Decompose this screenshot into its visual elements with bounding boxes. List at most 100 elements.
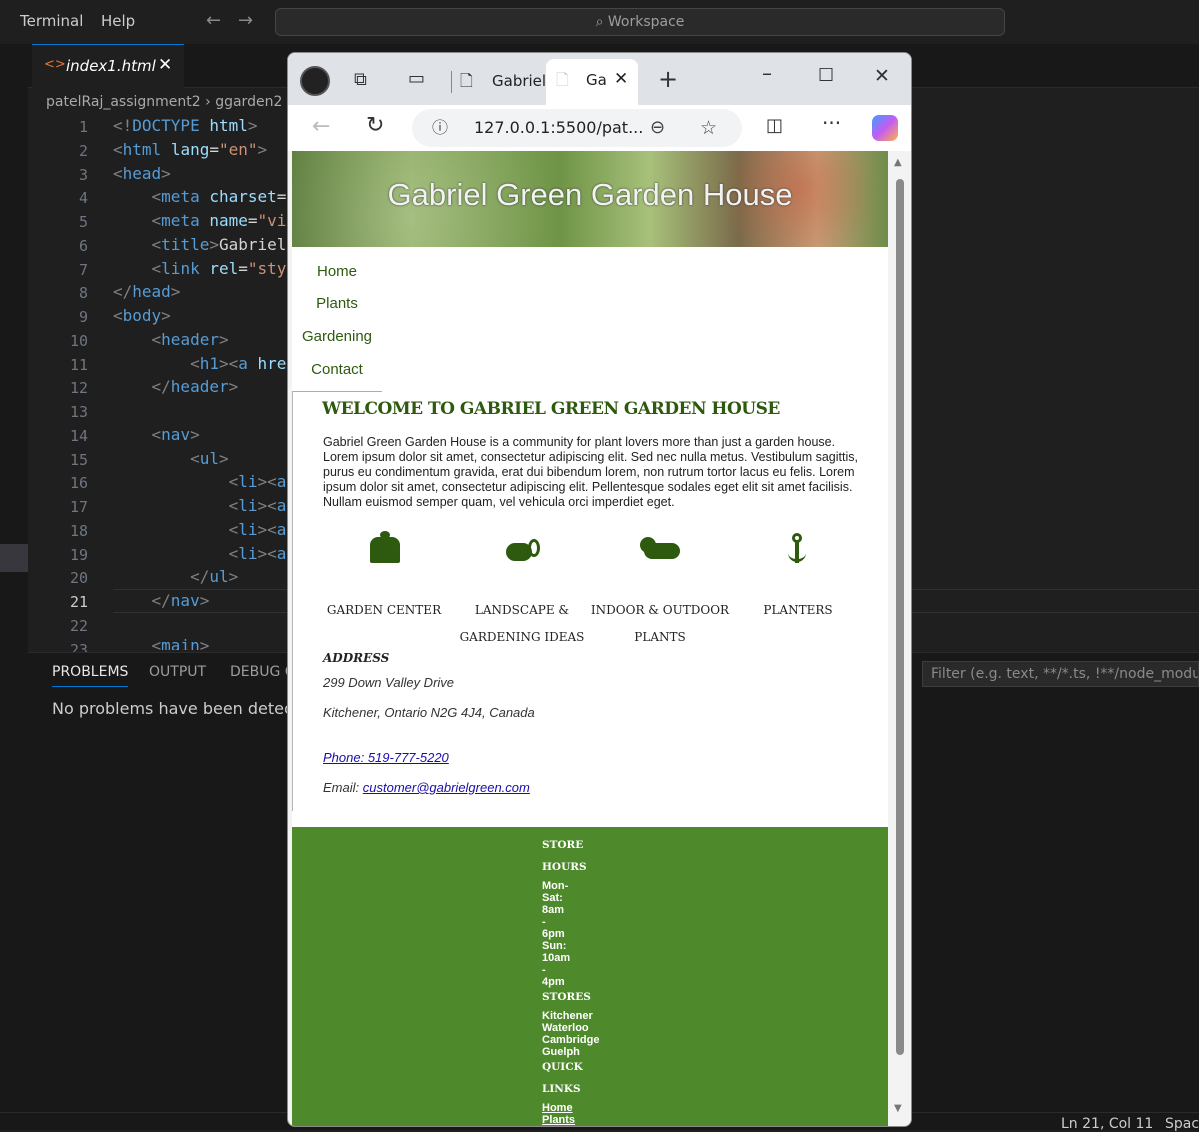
scroll-down-icon[interactable]: ▼ <box>894 1103 902 1114</box>
code-line: <html lang="en"> <box>113 140 268 159</box>
line-number: 1 <box>78 118 88 136</box>
copilot-icon[interactable] <box>872 115 898 141</box>
service-plants[interactable]: INDOOR & OUTDOOR PLANTS <box>590 531 730 651</box>
line-number: 5 <box>78 213 88 231</box>
search-icon: ⌕ <box>595 14 604 30</box>
code-line: <!DOCTYPE html> <box>113 116 258 135</box>
phone-link[interactable]: Phone: 519-777-5220 <box>323 750 449 765</box>
minimize-icon[interactable]: – <box>762 61 772 85</box>
command-center-search[interactable]: ⌕ Workspace <box>275 8 1005 36</box>
favorite-star-icon[interactable]: ☆ <box>700 109 717 147</box>
problems-filter-input[interactable]: Filter (e.g. text, **/*.ts, !**/node_mod… <box>922 661 1199 687</box>
code-line: <ul> <box>190 449 229 468</box>
tab-actions-icon[interactable]: ▭ <box>408 68 425 89</box>
menu-terminal[interactable]: Terminal <box>20 12 83 30</box>
address-city: Kitchener, Ontario N2G 4J4, Canada <box>323 705 535 720</box>
zoom-icon[interactable]: ⊖ <box>650 109 665 147</box>
page-icon: 🗋 <box>460 71 473 90</box>
service-garden-center[interactable]: GARDEN CENTER <box>314 531 454 624</box>
scroll-up-icon[interactable]: ▲ <box>894 157 902 168</box>
page-scrollbar[interactable]: ▲ ▼ <box>888 151 911 1126</box>
breadcrumb-subfolder[interactable]: ggarden2 <box>215 94 282 110</box>
line-number: 2 <box>78 142 88 160</box>
tab-debug-console[interactable]: DEBUG C <box>230 664 295 680</box>
menu-help[interactable]: Help <box>101 12 135 30</box>
store-item: Kitchener <box>542 1010 593 1022</box>
address-heading: ADDRESS <box>323 651 390 665</box>
email-link[interactable]: customer@gabrielgreen.com <box>363 780 530 795</box>
back-arrow-icon[interactable]: ← <box>206 10 221 31</box>
line-number: 18 <box>69 522 88 540</box>
site-info-icon[interactable]: ⓘ <box>432 109 448 147</box>
line-number: 20 <box>69 569 88 587</box>
line-number: 3 <box>78 166 88 184</box>
new-tab-icon[interactable]: + <box>658 65 678 93</box>
line-number: 22 <box>69 617 88 635</box>
store-item: Cambridge <box>542 1034 600 1046</box>
browser-tab-bar: ⧉ ▭ 🗋 Gabriel 🗋 Ga ✕ + – ☐ ✕ <box>288 53 911 105</box>
welcome-heading: WELCOME TO GABRIEL GREEN GARDEN HOUSE <box>322 399 780 419</box>
hours-line: 6pm <box>542 928 565 940</box>
browser-tab-1-title: Gabriel <box>492 72 547 90</box>
nav-gardening[interactable]: Gardening <box>292 328 382 345</box>
tab-label: index1.html <box>66 57 156 75</box>
store-item: Guelph <box>542 1046 580 1058</box>
code-line: <body> <box>113 306 171 325</box>
nav-home[interactable]: Home <box>292 263 382 280</box>
store-item: Waterloo <box>542 1022 589 1034</box>
email-label: Email: <box>323 780 360 795</box>
forward-arrow-icon[interactable]: → <box>238 10 253 31</box>
chevron-right-icon: › <box>205 94 216 110</box>
code-line: <nav> <box>151 425 200 444</box>
browser-tab-1[interactable]: 🗋 Gabriel <box>460 61 547 101</box>
breadcrumb: patelRaj_assignment2 › ggarden2 <box>46 94 282 110</box>
footer-link-home[interactable]: Home <box>542 1102 573 1114</box>
hours-line: Sat: <box>542 892 563 904</box>
chess-piece-icon <box>314 531 454 567</box>
line-number: 15 <box>69 451 88 469</box>
tab-divider <box>451 71 452 93</box>
tab-problems[interactable]: PROBLEMS <box>52 664 129 687</box>
tab-output[interactable]: OUTPUT <box>149 664 206 680</box>
more-options-icon[interactable]: ··· <box>822 111 841 135</box>
nav-plants[interactable]: Plants <box>292 295 382 312</box>
code-line: <meta name="vi <box>151 211 287 230</box>
editor-tab-index1[interactable]: <> index1.html ✕ <box>32 44 184 89</box>
scrollbar-thumb[interactable] <box>896 179 904 1055</box>
site-title[interactable]: Gabriel Green Garden House <box>292 177 888 213</box>
split-screen-icon[interactable]: ◫ <box>766 115 783 136</box>
workspaces-icon[interactable]: ⧉ <box>354 69 367 90</box>
code-line: </header> <box>151 377 239 396</box>
store-hours-heading: HOURS <box>542 861 587 873</box>
footer-link-plants[interactable]: Plants <box>542 1114 575 1126</box>
search-label: Workspace <box>607 14 685 30</box>
service-landscape[interactable]: LANDSCAPE & GARDENING IDEAS <box>452 531 592 651</box>
refresh-icon[interactable]: ↻ <box>366 113 384 138</box>
service-label: LANDSCAPE & GARDENING IDEAS <box>459 603 585 644</box>
service-label: GARDEN CENTER <box>326 603 442 617</box>
profile-avatar[interactable] <box>300 66 330 96</box>
line-number: 17 <box>69 498 88 516</box>
watering-can-icon <box>452 531 592 567</box>
code-line: <li><a <box>228 544 287 563</box>
service-planters[interactable]: PLANTERS <box>728 531 868 624</box>
window-close-icon[interactable]: ✕ <box>874 65 890 87</box>
line-number-current: 21 <box>69 593 88 611</box>
line-number: 14 <box>69 427 88 445</box>
footer: STORE HOURS Mon- Sat: 8am - 6pm Sun: 10a… <box>292 827 888 1126</box>
nav-contact[interactable]: Contact <box>292 361 382 378</box>
quick-links-heading: QUICK <box>542 1061 583 1073</box>
hours-line: Sun: <box>542 940 567 952</box>
browser-tab-2[interactable]: 🗋 Ga ✕ <box>546 59 638 105</box>
html-file-icon: <> <box>44 57 66 72</box>
url-field[interactable]: ⓘ 127.0.0.1:5500/pat... ⊖ ☆ <box>412 109 742 147</box>
close-tab-icon[interactable]: ✕ <box>614 69 628 89</box>
maximize-icon[interactable]: ☐ <box>818 65 834 86</box>
hours-line: - <box>542 964 546 976</box>
code-line: <meta charset= <box>151 187 287 206</box>
close-icon[interactable]: ✕ <box>158 55 172 75</box>
back-icon[interactable]: ← <box>312 114 330 139</box>
line-number: 9 <box>78 308 88 326</box>
store-hours-heading: STORE <box>542 839 584 851</box>
breadcrumb-folder[interactable]: patelRaj_assignment2 <box>46 94 201 110</box>
